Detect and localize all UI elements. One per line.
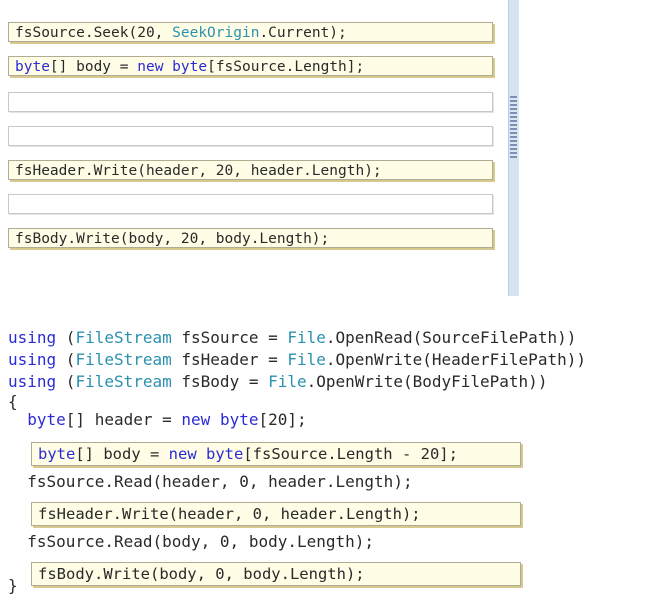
answer-slot-body-alloc[interactable]: byte[] body = new byte[fsSource.Length];: [8, 56, 493, 76]
code-token: [fsSource.Length - 20];: [243, 445, 458, 463]
answer-slot-body-write[interactable]: fsBody.Write(body, 20, body.Length);: [8, 228, 493, 248]
code-token: .Current);: [259, 25, 347, 41]
code-token: (: [56, 372, 76, 391]
code-line: using (FileStream fsBody = File.OpenWrit…: [8, 372, 547, 392]
code-token: [fsSource.Length];: [207, 59, 365, 75]
code-token: new: [168, 445, 197, 463]
code-token: [] body =: [49, 59, 138, 75]
code-token: byte: [38, 445, 76, 463]
code-token: [] header =: [65, 410, 182, 429]
code-token: using: [8, 372, 57, 391]
answer-slot-header-write[interactable]: fsHeader.Write(header, 20, header.Length…: [8, 160, 493, 180]
code-token: new: [137, 59, 164, 75]
code-line: using (FileStream fsSource = File.OpenRe…: [8, 328, 576, 348]
code-listing: using (FileStream fsSource = File.OpenRe…: [8, 328, 668, 598]
code-token: (: [56, 328, 76, 347]
code-token: fsHeader.Write(header, 0, header.Length)…: [38, 505, 421, 523]
answer-slot-empty-1[interactable]: [8, 92, 493, 112]
code-token: new: [181, 410, 211, 429]
code-token: using: [8, 350, 57, 369]
code-token: fsSource.Read(header, 0, header.Length);: [8, 472, 413, 491]
code-token: }: [8, 576, 18, 595]
code-line: {: [8, 392, 18, 412]
code-line: byte[] header = new byte[20];: [8, 410, 307, 430]
code-token: byte: [15, 59, 50, 75]
code-token: byte: [172, 59, 208, 75]
code-answer-box[interactable]: fsHeader.Write(header, 0, header.Length)…: [31, 502, 521, 526]
code-token: FileStream: [75, 350, 172, 369]
code-token: File: [287, 350, 326, 369]
answer-slot-seek[interactable]: fsSource.Seek(20, SeekOrigin.Current);: [8, 22, 493, 42]
code-answer-box[interactable]: fsBody.Write(body, 0, body.Length);: [31, 562, 521, 586]
code-token: FileStream: [75, 328, 172, 347]
code-line: fsSource.Read(header, 0, header.Length);: [8, 472, 413, 492]
answer-slot-empty-3[interactable]: [8, 194, 493, 214]
code-token: fsHeader.Write(header, 20, header.Length…: [15, 163, 382, 179]
scrollbar-thumb[interactable]: [510, 96, 517, 158]
vertical-scrollbar[interactable]: [508, 0, 519, 296]
code-answer-box[interactable]: byte[] body = new byte[fsSource.Length -…: [31, 442, 521, 466]
code-line: using (FileStream fsHeader = File.OpenWr…: [8, 350, 586, 370]
answer-slot-empty-2[interactable]: [8, 126, 493, 146]
code-token: FileStream: [75, 372, 172, 391]
code-token: fsBody =: [171, 372, 269, 391]
code-token: byte: [27, 410, 66, 429]
code-token: SeekOrigin: [172, 25, 260, 41]
code-token: fsBody.Write(body, 0, body.Length);: [38, 565, 365, 583]
code-token: .OpenWrite(BodyFilePath)): [306, 372, 548, 391]
code-token: File: [268, 372, 307, 391]
code-token: File: [287, 328, 326, 347]
code-token: [] body =: [75, 445, 169, 463]
code-token: [20];: [258, 410, 307, 429]
code-token: fsSource.Read(body, 0, body.Length);: [8, 532, 375, 551]
code-token: fsSource.Seek(20,: [15, 25, 173, 41]
code-token: .OpenWrite(HeaderFilePath)): [325, 350, 586, 369]
code-token: fsBody.Write(body, 20, body.Length);: [15, 231, 330, 247]
answer-area: fsSource.Seek(20, SeekOrigin.Current); b…: [0, 0, 520, 296]
code-token: using: [8, 328, 57, 347]
code-token: {: [8, 392, 18, 411]
code-token: (: [56, 350, 76, 369]
code-token: .OpenRead(SourceFilePath)): [325, 328, 577, 347]
code-line: fsSource.Read(body, 0, body.Length);: [8, 532, 374, 552]
code-token: fsHeader =: [171, 350, 288, 369]
code-token: byte: [219, 410, 259, 429]
code-line: }: [8, 576, 18, 596]
code-token: fsSource =: [171, 328, 288, 347]
code-token: byte: [206, 445, 244, 463]
